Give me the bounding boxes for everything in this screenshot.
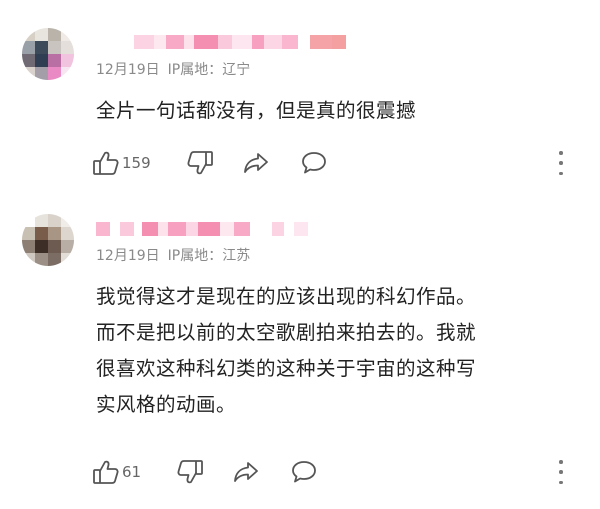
reply-icon (290, 459, 318, 485)
comment-actions: 61 (92, 458, 582, 486)
comment-text: 全片一句话都没有，但是真的很震撼 (96, 93, 576, 129)
like-count: 61 (122, 463, 142, 481)
thumbs-down-icon (176, 459, 204, 485)
share-icon (242, 150, 270, 176)
dislike-button[interactable] (176, 458, 204, 486)
comment-date: 12月19日 (96, 62, 160, 78)
like-button[interactable]: 61 (92, 458, 141, 486)
ip-location: 辽宁 (222, 62, 251, 78)
more-icon (559, 151, 563, 155)
comment-actions: 159 (92, 149, 582, 177)
comment-text-line: 而不是把以前的太空歌剧拍来拍去的。我就 (96, 321, 477, 344)
share-button[interactable] (242, 149, 270, 177)
thumbs-down-icon (186, 150, 214, 176)
comment-date: 12月19日 (96, 248, 160, 264)
more-options-button[interactable] (556, 460, 566, 484)
ip-label: IP属地： (167, 248, 223, 264)
comment-meta: 12月19日 IP属地：辽宁 (96, 59, 250, 79)
like-count: 159 (122, 154, 151, 172)
thumbs-up-icon (92, 150, 120, 176)
username-pixelated[interactable] (96, 220, 308, 238)
comment-text: 我觉得这才是现在的应该出现的科幻作品。 而不是把以前的太空歌剧拍来拍去的。我就 … (96, 279, 576, 423)
reply-button[interactable] (290, 458, 318, 486)
ip-location: 江苏 (222, 248, 251, 264)
comment-text-line: 很喜欢这种科幻类的这种关于宇宙的这种写 (96, 357, 477, 380)
more-icon (559, 460, 563, 464)
more-options-button[interactable] (556, 151, 566, 175)
like-button[interactable]: 159 (92, 149, 151, 177)
comment-text-line: 我觉得这才是现在的应该出现的科幻作品。 (96, 285, 477, 308)
comment-item: 12月19日 IP属地：江苏 我觉得这才是现在的应该出现的科幻作品。 而不是把以前… (0, 200, 600, 509)
reply-button[interactable] (300, 149, 328, 177)
avatar[interactable] (22, 214, 74, 266)
share-icon (232, 459, 260, 485)
comment-meta: 12月19日 IP属地：江苏 (96, 245, 250, 265)
thumbs-up-icon (92, 459, 120, 485)
comment-text-line: 全片一句话都没有，但是真的很震撼 (96, 99, 417, 122)
username-pixelated[interactable] (96, 33, 346, 51)
comment-text-line: 实风格的动画。 (96, 393, 237, 416)
avatar[interactable] (22, 28, 74, 80)
ip-label: IP属地： (167, 62, 223, 78)
comment-item: 12月19日 IP属地：辽宁 全片一句话都没有，但是真的很震撼 159 (0, 0, 600, 200)
dislike-button[interactable] (186, 149, 214, 177)
reply-icon (300, 150, 328, 176)
share-button[interactable] (232, 458, 260, 486)
